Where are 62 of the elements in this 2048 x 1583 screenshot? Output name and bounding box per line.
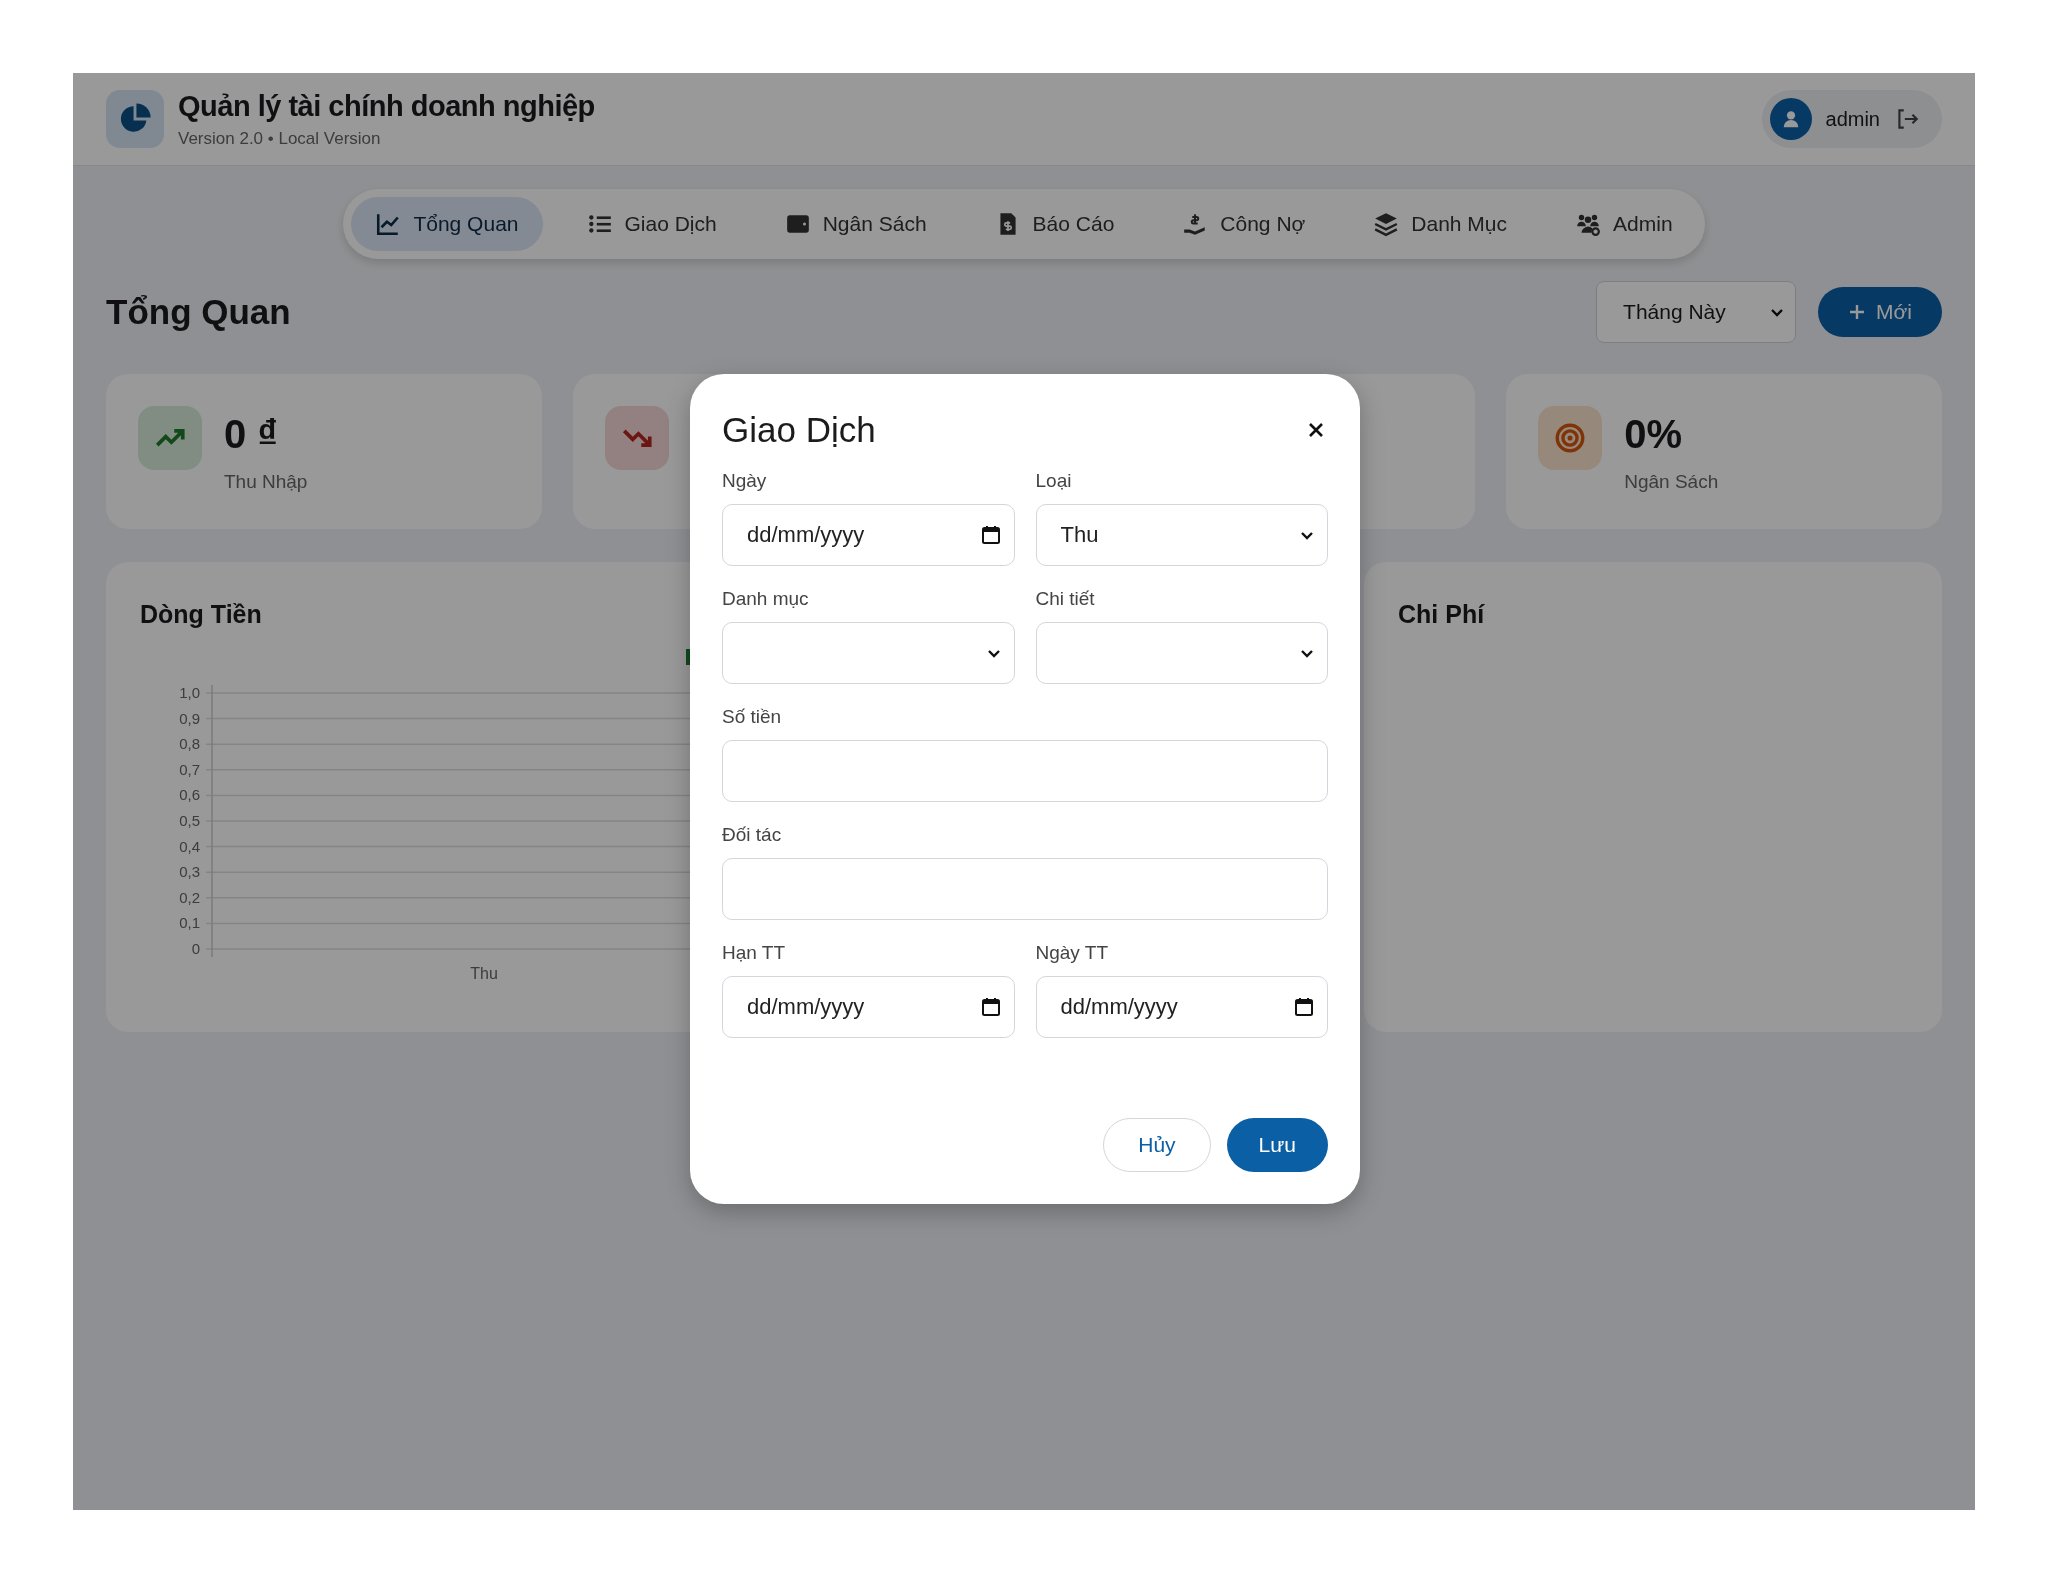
stat-label: Ngân Sách [1624,471,1719,493]
field-label: Loại [1035,470,1073,492]
user-menu[interactable]: admin [1761,90,1942,148]
axis-tick-label: 0,2 [179,888,200,906]
save-button[interactable]: Lưu [1226,1118,1328,1172]
nav-tab[interactable]: Admin [1551,197,1697,251]
app-version: Version 2.0 • Local Version [178,128,382,149]
nav-tab[interactable]: Công Nợ [1158,197,1330,251]
field-label: Ngày TT [1035,942,1109,964]
nav-tab[interactable]: Ngân Sách [760,197,951,251]
new-button[interactable]: Mới [1818,287,1942,337]
panel-title: Chi Phí [1398,600,1485,629]
target-icon [1538,406,1603,470]
panel-title: Dòng Tiền [140,600,262,629]
field-label: Chi tiết [1035,588,1096,610]
select-field[interactable] [722,622,1015,684]
nav-tab[interactable]: Danh Mục [1349,197,1532,251]
axis-tick-label: 0,1 [179,914,200,932]
trend-up-icon [138,406,202,470]
date-field[interactable]: dd/mm/yyyy [722,504,1015,566]
nav-tab[interactable]: Giao Dịch [562,197,741,251]
stat-value: 0 ₫ [224,412,279,457]
cancel-button[interactable]: Hủy [1103,1118,1211,1172]
trend-down-icon [604,406,669,470]
pie-chart-logo-icon [106,90,164,148]
field-label: Đối tác [722,824,783,846]
page-title: Tổng Quan [106,292,292,332]
axis-tick-label: 0 [191,940,200,957]
axis-tick-label: 0,9 [179,709,200,727]
stat-label: Thu Nhập [224,471,308,493]
chart-icon [375,211,402,237]
axis-tick-label: 0,8 [179,735,200,753]
field-label: Ngày [722,470,768,492]
field-label: Hạn TT [722,942,786,964]
stat-value: 0% [1624,412,1684,457]
date-field[interactable]: dd/mm/yyyy [1035,976,1328,1038]
axis-tick-label: 1,0 [179,684,200,701]
field-label: Danh mục [722,588,810,610]
axis-category-label: Thu [470,965,498,979]
nav-tab[interactable]: Tổng Quan [351,197,543,251]
plus-icon [1848,303,1867,321]
app-title: Quản lý tài chính doanh nghiệp [178,89,596,123]
input-field[interactable] [722,858,1328,920]
field-label: Số tiền [722,706,783,728]
layers-icon [1373,211,1400,237]
calendar-icon[interactable] [979,524,1002,546]
select-field[interactable] [1035,622,1328,684]
dialog-title: Giao Dịch [722,410,876,450]
username: admin [1825,107,1880,131]
axis-tick-label: 0,7 [179,760,200,778]
axis-tick-label: 0,5 [179,812,200,829]
input-field[interactable] [722,740,1328,802]
calendar-icon[interactable] [979,996,1002,1018]
nav-tab[interactable]: Báo Cáo [970,197,1139,251]
user-avatar-icon [1769,98,1812,140]
date-field[interactable]: dd/mm/yyyy [722,976,1015,1038]
select-field[interactable]: Thu [1035,504,1328,566]
axis-tick-label: 0,6 [179,786,200,804]
axis-tick-label: 0,3 [179,863,200,881]
calendar-icon[interactable] [1293,996,1315,1018]
axis-tick-label: 0,4 [179,837,200,855]
period-select[interactable]: Tháng Này [1596,281,1797,343]
